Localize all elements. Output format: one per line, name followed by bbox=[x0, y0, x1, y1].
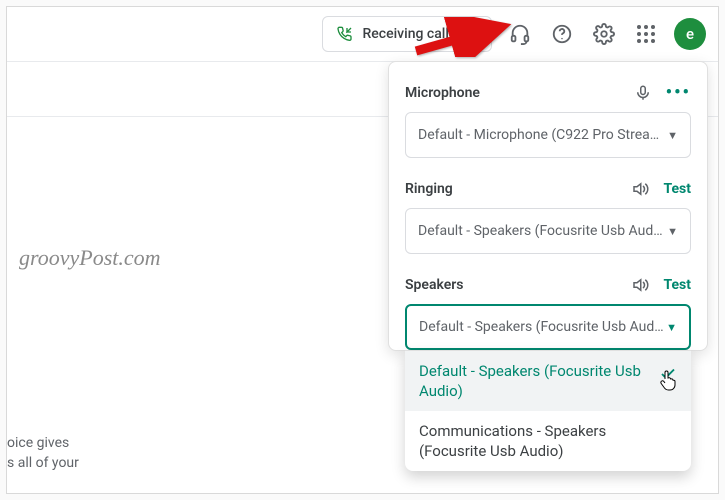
cropped-text-line: s all of your bbox=[7, 453, 79, 473]
chevron-down-icon: ▼ bbox=[666, 321, 677, 334]
microphone-value: Default - Microphone (C922 Pro Strea… bbox=[418, 127, 659, 143]
speakers-dropdown: Default - Speakers (Focusrite Usb Audio)… bbox=[405, 350, 691, 471]
account-avatar[interactable]: e bbox=[674, 18, 706, 50]
headset-icon[interactable] bbox=[506, 20, 534, 48]
chevron-down-icon: ▼ bbox=[667, 225, 678, 238]
speakers-select[interactable]: Default - Speakers (Focusrite Usb Aud… ▼ bbox=[405, 304, 691, 350]
cropped-text-line: oice gives bbox=[7, 433, 79, 453]
speakers-option-label: Communications - Speakers (Focusrite Usb… bbox=[419, 421, 677, 461]
settings-gear-icon[interactable] bbox=[590, 20, 618, 48]
help-icon[interactable] bbox=[548, 20, 576, 48]
speakers-test-button[interactable]: Test bbox=[663, 277, 691, 293]
avatar-letter: e bbox=[686, 25, 694, 43]
speakers-value: Default - Speakers (Focusrite Usb Aud… bbox=[419, 319, 664, 335]
more-horiz-icon[interactable]: ••• bbox=[666, 88, 691, 98]
call-in-icon bbox=[337, 26, 353, 42]
ringing-select[interactable]: Default - Speakers (Focusrite Usb Aud… ▼ bbox=[405, 208, 691, 254]
section-title-speakers: Speakers bbox=[405, 277, 464, 293]
cropped-text: oice gives s all of your bbox=[7, 433, 79, 473]
ringing-value: Default - Speakers (Focusrite Usb Aud… bbox=[418, 223, 663, 239]
mic-icon[interactable] bbox=[634, 84, 652, 102]
watermark-text: groovyPost.com bbox=[19, 245, 161, 271]
apps-grid-icon[interactable] bbox=[632, 20, 660, 48]
audio-settings-panel: Microphone ••• Default - Microphone (C92… bbox=[388, 61, 708, 351]
section-title-ringing: Ringing bbox=[405, 181, 453, 197]
receiving-calls-pill[interactable]: Receiving calls ▼ bbox=[322, 16, 493, 52]
speakers-option-label: Default - Speakers (Focusrite Usb Audio) bbox=[419, 361, 651, 401]
volume-icon[interactable] bbox=[631, 180, 649, 198]
ringing-test-button[interactable]: Test bbox=[663, 181, 691, 197]
chevron-down-icon: ▼ bbox=[667, 129, 678, 142]
speakers-option[interactable]: Communications - Speakers (Focusrite Usb… bbox=[405, 411, 691, 471]
volume-icon[interactable] bbox=[631, 276, 649, 294]
check-icon bbox=[659, 365, 677, 387]
receiving-calls-label: Receiving calls bbox=[363, 26, 457, 42]
section-title-microphone: Microphone bbox=[405, 85, 480, 101]
speakers-option[interactable]: Default - Speakers (Focusrite Usb Audio) bbox=[405, 351, 691, 411]
chevron-down-icon: ▼ bbox=[466, 28, 477, 41]
microphone-select[interactable]: Default - Microphone (C922 Pro Strea… ▼ bbox=[405, 112, 691, 158]
